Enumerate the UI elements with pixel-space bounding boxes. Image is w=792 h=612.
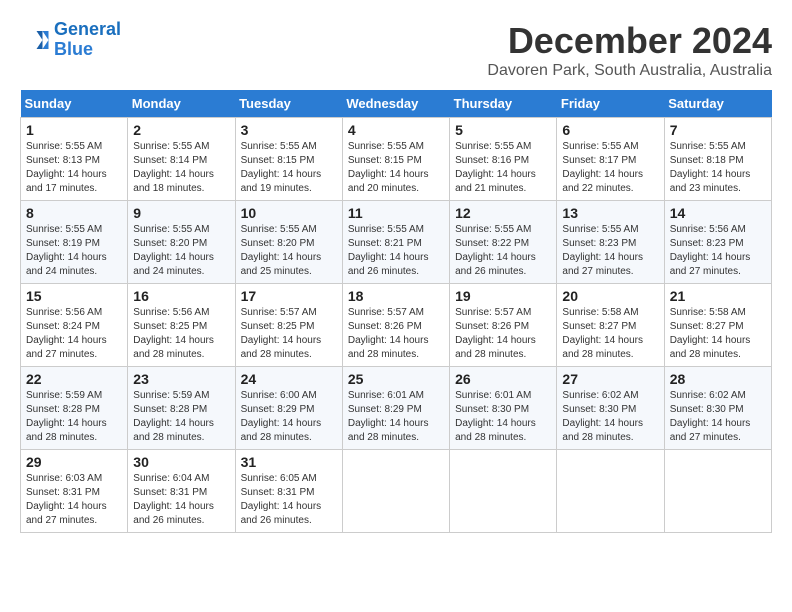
- table-row: 19Sunrise: 5:57 AMSunset: 8:26 PMDayligh…: [450, 284, 557, 367]
- header-row: Sunday Monday Tuesday Wednesday Thursday…: [21, 90, 772, 118]
- col-wednesday: Wednesday: [342, 90, 449, 118]
- table-row: [342, 450, 449, 533]
- table-row: 8Sunrise: 5:55 AMSunset: 8:19 PMDaylight…: [21, 201, 128, 284]
- table-row: 13Sunrise: 5:55 AMSunset: 8:23 PMDayligh…: [557, 201, 664, 284]
- table-row: 3Sunrise: 5:55 AMSunset: 8:15 PMDaylight…: [235, 118, 342, 201]
- table-row: 25Sunrise: 6:01 AMSunset: 8:29 PMDayligh…: [342, 367, 449, 450]
- col-saturday: Saturday: [664, 90, 771, 118]
- table-row: 21Sunrise: 5:58 AMSunset: 8:27 PMDayligh…: [664, 284, 771, 367]
- logo-icon: [20, 25, 50, 55]
- col-monday: Monday: [128, 90, 235, 118]
- page-header: General Blue December 2024 Davoren Park,…: [20, 20, 772, 80]
- table-row: [557, 450, 664, 533]
- table-row: 29Sunrise: 6:03 AMSunset: 8:31 PMDayligh…: [21, 450, 128, 533]
- table-row: [664, 450, 771, 533]
- table-row: 15Sunrise: 5:56 AMSunset: 8:24 PMDayligh…: [21, 284, 128, 367]
- table-row: 24Sunrise: 6:00 AMSunset: 8:29 PMDayligh…: [235, 367, 342, 450]
- table-row: 18Sunrise: 5:57 AMSunset: 8:26 PMDayligh…: [342, 284, 449, 367]
- logo: General Blue: [20, 20, 121, 60]
- logo-line2: Blue: [54, 39, 93, 59]
- table-row: 9Sunrise: 5:55 AMSunset: 8:20 PMDaylight…: [128, 201, 235, 284]
- logo-line1: General: [54, 19, 121, 39]
- table-row: 5Sunrise: 5:55 AMSunset: 8:16 PMDaylight…: [450, 118, 557, 201]
- table-row: 31Sunrise: 6:05 AMSunset: 8:31 PMDayligh…: [235, 450, 342, 533]
- table-row: [450, 450, 557, 533]
- month-title: December 2024: [487, 20, 772, 62]
- location-subtitle: Davoren Park, South Australia, Australia: [487, 62, 772, 80]
- calendar-table: Sunday Monday Tuesday Wednesday Thursday…: [20, 90, 772, 533]
- table-row: 4Sunrise: 5:55 AMSunset: 8:15 PMDaylight…: [342, 118, 449, 201]
- table-row: 26Sunrise: 6:01 AMSunset: 8:30 PMDayligh…: [450, 367, 557, 450]
- table-row: 17Sunrise: 5:57 AMSunset: 8:25 PMDayligh…: [235, 284, 342, 367]
- table-row: 27Sunrise: 6:02 AMSunset: 8:30 PMDayligh…: [557, 367, 664, 450]
- col-friday: Friday: [557, 90, 664, 118]
- table-row: 7Sunrise: 5:55 AMSunset: 8:18 PMDaylight…: [664, 118, 771, 201]
- table-row: 1Sunrise: 5:55 AMSunset: 8:13 PMDaylight…: [21, 118, 128, 201]
- table-row: 6Sunrise: 5:55 AMSunset: 8:17 PMDaylight…: [557, 118, 664, 201]
- col-thursday: Thursday: [450, 90, 557, 118]
- table-row: 2Sunrise: 5:55 AMSunset: 8:14 PMDaylight…: [128, 118, 235, 201]
- table-row: 20Sunrise: 5:58 AMSunset: 8:27 PMDayligh…: [557, 284, 664, 367]
- table-row: 23Sunrise: 5:59 AMSunset: 8:28 PMDayligh…: [128, 367, 235, 450]
- table-row: 14Sunrise: 5:56 AMSunset: 8:23 PMDayligh…: [664, 201, 771, 284]
- table-row: 30Sunrise: 6:04 AMSunset: 8:31 PMDayligh…: [128, 450, 235, 533]
- table-row: 28Sunrise: 6:02 AMSunset: 8:30 PMDayligh…: [664, 367, 771, 450]
- col-sunday: Sunday: [21, 90, 128, 118]
- table-row: 16Sunrise: 5:56 AMSunset: 8:25 PMDayligh…: [128, 284, 235, 367]
- title-block: December 2024 Davoren Park, South Austra…: [487, 20, 772, 80]
- table-row: 22Sunrise: 5:59 AMSunset: 8:28 PMDayligh…: [21, 367, 128, 450]
- col-tuesday: Tuesday: [235, 90, 342, 118]
- table-row: 12Sunrise: 5:55 AMSunset: 8:22 PMDayligh…: [450, 201, 557, 284]
- table-row: 11Sunrise: 5:55 AMSunset: 8:21 PMDayligh…: [342, 201, 449, 284]
- table-row: 10Sunrise: 5:55 AMSunset: 8:20 PMDayligh…: [235, 201, 342, 284]
